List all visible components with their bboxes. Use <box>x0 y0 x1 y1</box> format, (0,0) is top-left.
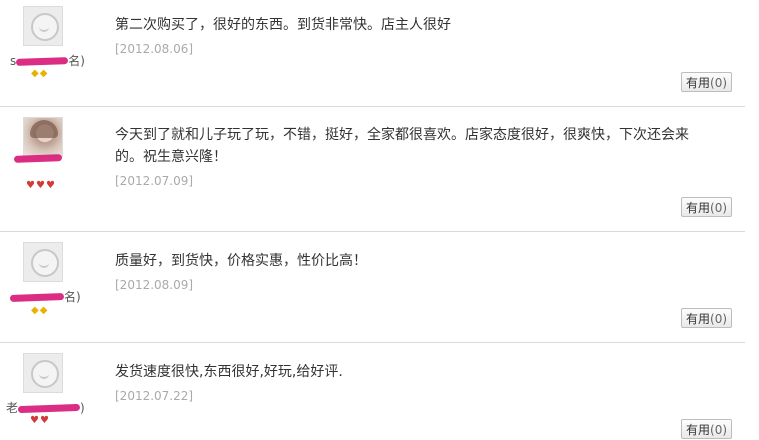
review-content: 发货速度很快,东西很好,好玩,给好评. <box>115 364 343 380</box>
masked-name <box>13 154 63 163</box>
diamond-icon: ◆ <box>31 305 39 316</box>
useful-button[interactable]: 有用(0) <box>681 419 733 439</box>
review-date: [2012.08.09] <box>115 278 194 292</box>
heart-icon: ♥ <box>45 180 55 191</box>
avatar[interactable] <box>23 6 63 46</box>
review-date: [2012.08.06] <box>115 42 194 56</box>
masked-name <box>9 293 65 302</box>
review-date: [2012.07.22] <box>115 389 194 403</box>
masked-name <box>17 403 81 414</box>
review-content: 今天到了就和儿子玩了玩，不错，挺好，全家都很喜欢。店家态度很好，很爽快，下次还会… <box>115 127 689 165</box>
review-item: 名) ◆◆ 质量好，到货快，价格实惠，性价比高！ [2012.08.09] 有用… <box>0 232 745 343</box>
reviewer-name[interactable]: 名) <box>9 288 81 305</box>
heart-icon: ♥ <box>39 415 49 426</box>
review-item: s 名) ◆◆ 第二次购买了，很好的东西。到货非常快。店主人很好 [2012.08… <box>0 0 745 107</box>
credit-badges: ◆◆ <box>31 305 48 316</box>
useful-button[interactable]: 有用(0) <box>681 197 733 217</box>
masked-name <box>16 57 69 66</box>
credit-badges: ◆◆ <box>31 68 48 79</box>
heart-icon: ♥ <box>26 180 35 191</box>
reviewer-name[interactable]: s 名) <box>10 52 85 69</box>
credit-badges: ♥♥ <box>30 415 50 426</box>
credit-badges: ♥♥♥ <box>26 180 56 191</box>
avatar[interactable] <box>23 353 63 393</box>
review-content: 第二次购买了，很好的东西。到货非常快。店主人很好 <box>115 17 451 33</box>
avatar[interactable] <box>23 242 63 282</box>
useful-button[interactable]: 有用(0) <box>681 308 733 328</box>
review-item: 老) ♥♥ 发货速度很快,东西很好,好玩,给好评. [2012.07.22] 有… <box>0 343 745 439</box>
diamond-icon: ◆ <box>31 68 39 79</box>
heart-icon: ♥ <box>30 415 39 426</box>
review-item: ♥♥♥ 今天到了就和儿子玩了玩，不错，挺好，全家都很喜欢。店家态度很好，很爽快，… <box>0 107 745 232</box>
reviewer-name[interactable]: 老) <box>6 399 85 416</box>
useful-button[interactable]: 有用(0) <box>681 72 733 92</box>
diamond-icon: ◆ <box>39 305 48 316</box>
review-content: 质量好，到货快，价格实惠，性价比高！ <box>115 253 367 269</box>
diamond-icon: ◆ <box>39 68 48 79</box>
review-date: [2012.07.09] <box>115 174 194 188</box>
heart-icon: ♥ <box>35 180 45 191</box>
reviewer-name[interactable] <box>13 151 63 165</box>
